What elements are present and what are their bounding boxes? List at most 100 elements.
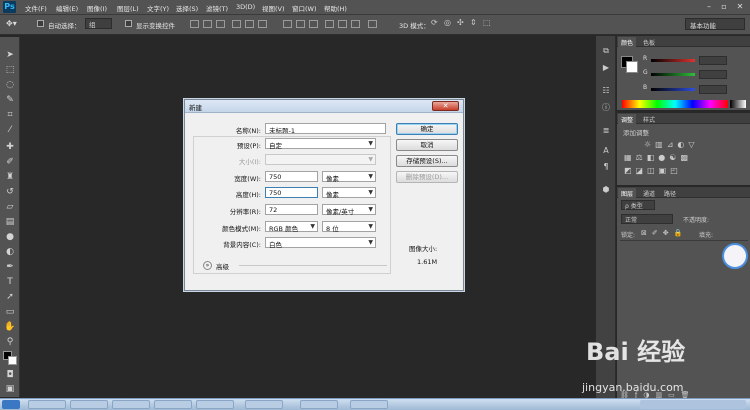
- cancel-button[interactable]: 取消: [396, 139, 458, 151]
- blur-icon[interactable]: ●: [4, 232, 16, 243]
- properties-icon[interactable]: ☷: [600, 85, 612, 97]
- adjustment-icons-row-3[interactable]: ◩◪◫▣◰: [624, 166, 682, 175]
- pen-icon[interactable]: ✒: [4, 262, 16, 273]
- height-unit-dropdown[interactable]: 像素 ▼: [322, 187, 376, 199]
- actions-play-icon[interactable]: ▶: [600, 62, 612, 74]
- menu-edit[interactable]: 编辑(E): [56, 3, 78, 13]
- 3d-panel-icon[interactable]: ⬢: [600, 184, 612, 196]
- align-bottom-icon[interactable]: [216, 20, 225, 28]
- healing-brush-icon[interactable]: ✚: [4, 142, 16, 153]
- scale-3d-icon[interactable]: ⬚: [483, 18, 491, 27]
- workspace-dropdown[interactable]: 基本功能: [685, 18, 745, 30]
- menu-view[interactable]: 视图(V): [262, 3, 285, 13]
- screen-mode-icon[interactable]: ▣: [4, 384, 16, 395]
- advanced-label[interactable]: 高级: [216, 261, 229, 271]
- lock-icons[interactable]: ⊠✐✥🔒: [641, 229, 687, 237]
- history-panel-icon[interactable]: ⧉: [600, 45, 612, 57]
- taskbar-item-6[interactable]: [245, 400, 283, 409]
- background-color-swatch[interactable]: [8, 356, 17, 365]
- marquee-icon[interactable]: ⬚: [4, 65, 16, 76]
- red-value-field[interactable]: [699, 56, 727, 65]
- distribute-bottom-icon[interactable]: [309, 20, 318, 28]
- hand-icon[interactable]: ✋: [4, 322, 16, 333]
- orbit-3d-icon[interactable]: ⟳: [431, 18, 438, 27]
- tab-adjustments[interactable]: 调整: [618, 114, 637, 125]
- minimize-icon[interactable]: –: [704, 2, 714, 12]
- zoom-icon[interactable]: ⚲: [4, 337, 16, 348]
- preset-dropdown[interactable]: 自定 ▼: [265, 138, 376, 150]
- menu-filter[interactable]: 滤镜(T): [206, 3, 228, 13]
- dodge-icon[interactable]: ◐: [4, 247, 16, 258]
- quick-select-icon[interactable]: ✎: [4, 95, 16, 106]
- crop-icon[interactable]: ⌗: [4, 110, 16, 121]
- ok-button[interactable]: 确定: [396, 123, 458, 135]
- auto-select-dropdown[interactable]: 组: [85, 18, 112, 29]
- avatar[interactable]: [722, 243, 748, 269]
- restore-icon[interactable]: ▫: [719, 2, 729, 12]
- move-tool-icon[interactable]: ➤: [4, 50, 16, 61]
- align-top-icon[interactable]: [190, 20, 199, 28]
- tab-layers[interactable]: 图层: [618, 188, 637, 199]
- align-hcenter-icon[interactable]: [245, 20, 254, 28]
- distribute-vcenter-icon[interactable]: [296, 20, 305, 28]
- history-brush-icon[interactable]: ↺: [4, 187, 16, 198]
- system-tray[interactable]: [640, 400, 746, 409]
- bit-depth-dropdown[interactable]: 8 位 ▼: [322, 221, 376, 233]
- align-right-icon[interactable]: [258, 20, 267, 28]
- pan-3d-icon[interactable]: ✣: [457, 18, 464, 27]
- name-input[interactable]: 未标题-1: [265, 123, 386, 134]
- color-mode-dropdown[interactable]: RGB 颜色 ▼: [265, 221, 318, 233]
- menu-select[interactable]: 选择(S): [176, 3, 198, 13]
- blue-value-field[interactable]: [699, 85, 727, 94]
- roll-3d-icon[interactable]: ◎: [444, 18, 451, 27]
- tab-styles[interactable]: 样式: [640, 114, 658, 125]
- red-slider[interactable]: [651, 59, 695, 62]
- align-vcenter-icon[interactable]: [203, 20, 212, 28]
- info-icon[interactable]: ⓘ: [600, 102, 612, 114]
- menu-layer[interactable]: 图层(L): [117, 3, 139, 13]
- shape-icon[interactable]: ▭: [4, 307, 16, 318]
- brush-icon[interactable]: ✐: [4, 157, 16, 168]
- height-input[interactable]: 750: [265, 187, 318, 198]
- background-color-chip[interactable]: [626, 61, 638, 73]
- taskbar-item-8[interactable]: [350, 400, 388, 409]
- move-tool-preset-icon[interactable]: ✥▾: [6, 19, 17, 28]
- brush-presets-icon[interactable]: ≣: [600, 125, 612, 137]
- size-dropdown[interactable]: ▼: [265, 154, 376, 165]
- auto-align-icon[interactable]: [368, 20, 377, 28]
- save-preset-button[interactable]: 存储预设(S)...: [396, 155, 458, 167]
- taskbar-item-4[interactable]: [154, 400, 192, 409]
- menu-help[interactable]: 帮助(H): [324, 3, 347, 13]
- align-left-icon[interactable]: [232, 20, 241, 28]
- gradient-icon[interactable]: ▤: [4, 217, 16, 228]
- distribute-hcenter-icon[interactable]: [338, 20, 347, 28]
- dialog-close-icon[interactable]: ✕: [432, 101, 459, 111]
- auto-select-checkbox[interactable]: [37, 20, 44, 27]
- menu-type[interactable]: 文字(Y): [147, 3, 169, 13]
- delete-preset-button[interactable]: 删除预设(D)...: [396, 171, 458, 183]
- menu-window[interactable]: 窗口(W): [292, 3, 317, 13]
- lasso-icon[interactable]: ◌: [4, 80, 16, 91]
- tab-paths[interactable]: 路径: [661, 188, 679, 199]
- close-window-icon[interactable]: ✕: [735, 2, 745, 12]
- eyedropper-icon[interactable]: ⁄: [4, 125, 16, 136]
- slide-3d-icon[interactable]: ⇕: [470, 18, 477, 27]
- menu-image[interactable]: 图像(I): [87, 3, 107, 13]
- menu-file[interactable]: 文件(F): [25, 3, 47, 13]
- blue-slider[interactable]: [651, 88, 695, 91]
- start-button[interactable]: [2, 400, 20, 409]
- distribute-right-icon[interactable]: [351, 20, 360, 28]
- quick-mask-icon[interactable]: ◘: [4, 370, 16, 381]
- paragraph-icon[interactable]: ¶: [600, 161, 612, 173]
- tab-swatches[interactable]: 色板: [640, 37, 658, 48]
- resolution-input[interactable]: 72: [265, 204, 318, 215]
- distribute-top-icon[interactable]: [283, 20, 292, 28]
- distribute-left-icon[interactable]: [325, 20, 334, 28]
- taskbar-item-1[interactable]: [28, 400, 66, 409]
- show-transform-checkbox[interactable]: [125, 20, 132, 27]
- adjustment-icons-row-2[interactable]: ▦⚖◧●☯▩: [624, 153, 692, 162]
- adjustment-icons-row-1[interactable]: ☼▥⊿◐▽: [644, 140, 699, 149]
- width-unit-dropdown[interactable]: 像素 ▼: [322, 171, 376, 183]
- taskbar-item-2[interactable]: [70, 400, 108, 409]
- tab-color[interactable]: 颜色: [618, 37, 637, 48]
